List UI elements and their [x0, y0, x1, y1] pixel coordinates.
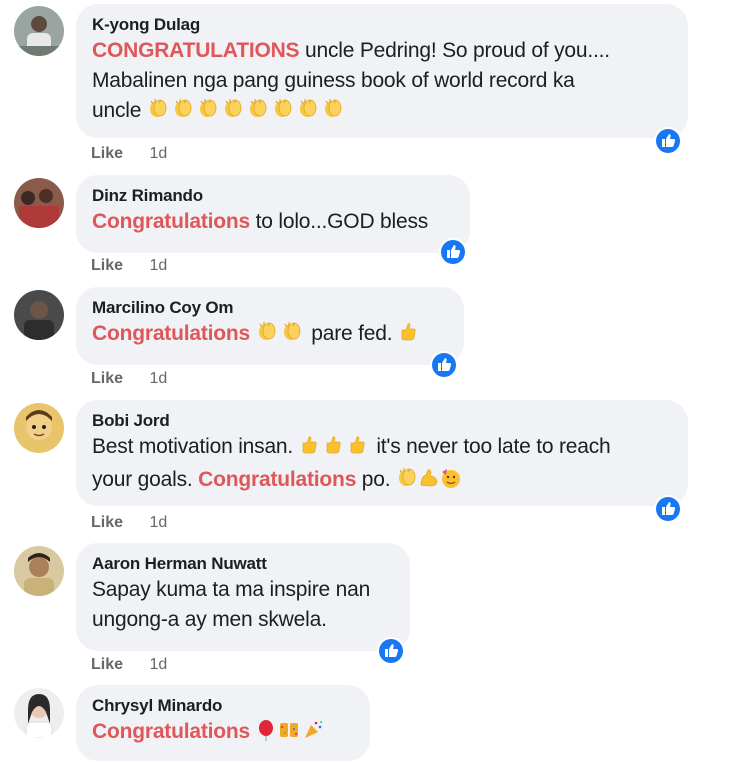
highlighted-word[interactable]: Congratulations: [92, 720, 250, 743]
like-button[interactable]: Like: [91, 145, 123, 162]
comment-actions: Like 1d: [91, 257, 167, 275]
comment-text: Sapay kuma ta ma inspire nan ungong-a ay…: [92, 578, 371, 631]
comment-text: Congratulations pare fed.: [92, 319, 448, 352]
comment-actions: Like 1d: [91, 145, 167, 163]
like-button[interactable]: Like: [91, 257, 123, 274]
timestamp[interactable]: 1d: [149, 370, 167, 387]
confetti-ball-icon: [276, 719, 302, 750]
like-reaction-icon[interactable]: [654, 127, 682, 155]
comment-text: Best motivation insan. it's never too la…: [92, 432, 672, 498]
like-reaction-icon[interactable]: [377, 637, 405, 665]
highlighted-word[interactable]: CONGRATULATIONS: [92, 39, 300, 62]
clapping-hands-icon: [256, 321, 306, 352]
comment-bubble: Chrysyl Minardo Congratulations: [76, 685, 370, 761]
comment-text: Congratulations to lolo...GOD bless: [92, 210, 429, 233]
avatar[interactable]: [14, 403, 64, 453]
comment-author[interactable]: Marcilino Coy Om: [92, 297, 448, 319]
highlighted-word[interactable]: Congratulations: [92, 210, 250, 233]
thumbs-up-icon: [299, 434, 371, 465]
comment-author[interactable]: Bobi Jord: [92, 410, 672, 432]
clapping-hands-icon: [147, 98, 347, 129]
comment-bubble: Bobi Jord Best motivation insan. it's ne…: [76, 400, 688, 506]
partying-face-icon: [440, 467, 462, 498]
timestamp[interactable]: 1d: [149, 257, 167, 274]
comment-actions: Like 1d: [91, 370, 167, 388]
comment-author[interactable]: Dinz Rimando: [92, 185, 454, 207]
comment-bubble: Dinz Rimando Congratulations to lolo...G…: [76, 175, 470, 253]
flexed-biceps-icon: [418, 467, 440, 498]
balloon-icon: [256, 719, 276, 750]
clapping-hands-icon: [396, 467, 418, 498]
comment-text: Congratulations: [92, 717, 354, 750]
party-popper-icon: [302, 719, 324, 750]
avatar[interactable]: [14, 688, 64, 738]
like-reaction-icon[interactable]: [654, 495, 682, 523]
like-button[interactable]: Like: [91, 514, 123, 531]
comment-actions: Like 1d: [91, 656, 167, 674]
thumbs-up-icon: [398, 321, 420, 352]
comment-bubble: Aaron Herman Nuwatt Sapay kuma ta ma ins…: [76, 543, 410, 651]
highlighted-word[interactable]: Congratulations: [92, 322, 250, 345]
comment-bubble: K-yong Dulag CONGRATULATIONS uncle Pedri…: [76, 4, 688, 138]
like-reaction-icon[interactable]: [430, 351, 458, 379]
comment-actions: Like 1d: [91, 514, 167, 532]
comment-bubble: Marcilino Coy Om Congratulations pare fe…: [76, 287, 464, 365]
avatar[interactable]: [14, 178, 64, 228]
avatar[interactable]: [14, 546, 64, 596]
comment-author[interactable]: Chrysyl Minardo: [92, 695, 354, 717]
comment-text: CONGRATULATIONS uncle Pedring! So proud …: [92, 36, 672, 129]
avatar[interactable]: [14, 290, 64, 340]
like-reaction-icon[interactable]: [439, 238, 467, 266]
timestamp[interactable]: 1d: [149, 656, 167, 673]
comment-author[interactable]: Aaron Herman Nuwatt: [92, 553, 394, 575]
like-button[interactable]: Like: [91, 370, 123, 387]
comment-author[interactable]: K-yong Dulag: [92, 14, 672, 36]
like-button[interactable]: Like: [91, 656, 123, 673]
timestamp[interactable]: 1d: [149, 514, 167, 531]
timestamp[interactable]: 1d: [149, 145, 167, 162]
highlighted-word[interactable]: Congratulations: [198, 468, 356, 491]
avatar[interactable]: [14, 6, 64, 56]
